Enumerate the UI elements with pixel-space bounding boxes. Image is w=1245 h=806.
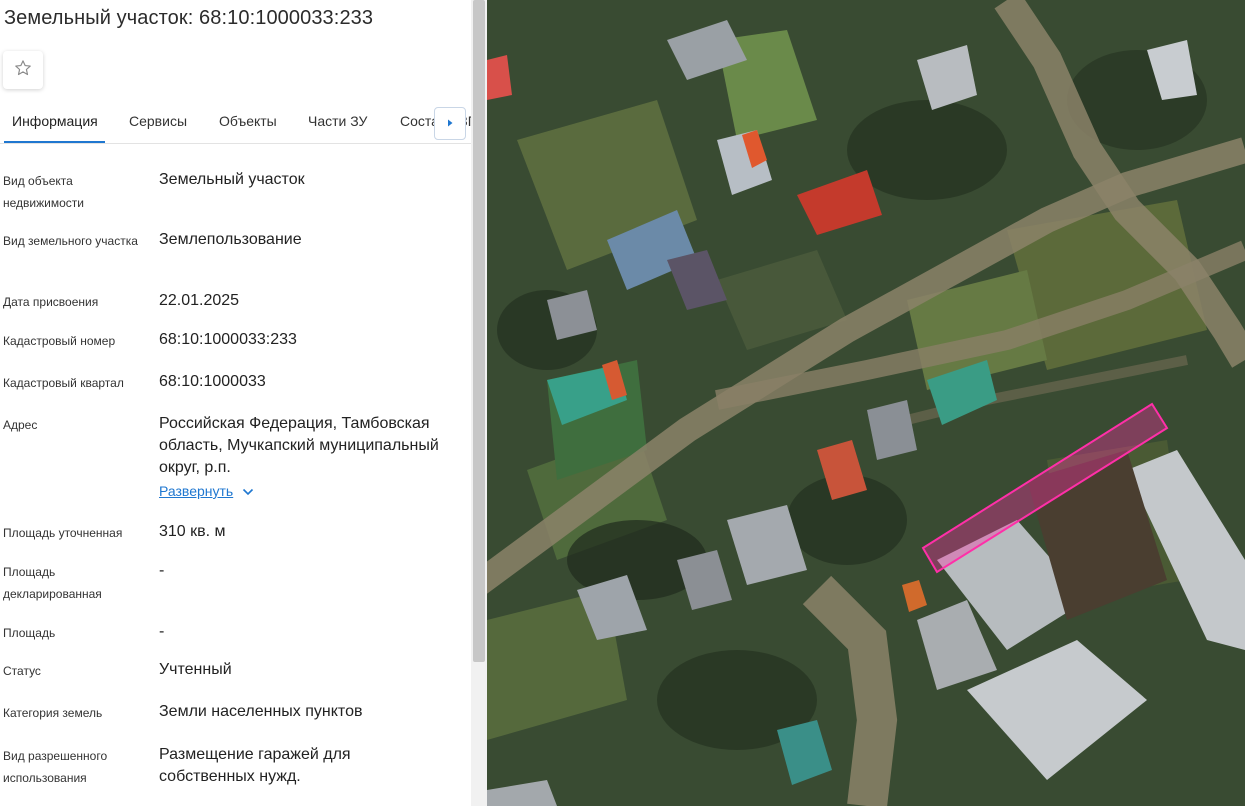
star-outline-icon — [13, 58, 33, 83]
field-value-cadastral-quarter: 68:10:1000033 — [159, 373, 266, 390]
field-value-area-refined: 310 кв. м — [159, 523, 226, 540]
field-label-area-refined: Площадь уточненная — [3, 526, 123, 540]
field-value-permitted-use: Размещение гаражей для собственных нужд. — [159, 746, 351, 785]
field-value-area: - — [159, 623, 165, 640]
field-label-cadastral-number: Кадастровый номер — [3, 334, 116, 348]
field-label-land-category: Категория земель — [3, 706, 103, 720]
field-label-object-type: Вид объекта недвижимости — [3, 174, 84, 210]
address-expand-link[interactable]: Развернуть — [159, 483, 254, 499]
field-label-parcel-type: Вид земельного участка — [3, 234, 138, 248]
field-label-area: Площадь — [3, 626, 56, 640]
page-title: Земельный участок: 68:10:1000033:233 — [4, 7, 374, 29]
chevron-right-icon — [445, 115, 455, 133]
chevron-down-icon — [242, 483, 254, 499]
panel-scrollbar[interactable] — [471, 0, 487, 806]
field-label-status: Статус — [3, 664, 41, 678]
field-value-land-category: Земли населенных пунктов — [159, 703, 363, 720]
field-value-assign-date: 22.01.2025 — [159, 292, 240, 309]
field-value-area-declared: - — [159, 562, 165, 579]
field-label-address: Адрес — [3, 418, 38, 432]
satellite-map[interactable] — [487, 0, 1245, 806]
tab-parcel-parts[interactable]: Части ЗУ — [308, 113, 367, 129]
field-value-cadastral-number: 68:10:1000033:233 — [159, 331, 297, 348]
tabs-scroll-button[interactable] — [434, 107, 466, 140]
tab-services[interactable]: Сервисы — [129, 113, 187, 129]
field-value-address: Российская Федерация, Тамбовская область… — [159, 415, 439, 476]
favorite-button[interactable] — [3, 51, 43, 89]
tab-information[interactable]: Информация — [12, 113, 98, 129]
active-tab-indicator — [4, 141, 105, 143]
tab-bar: Информация Сервисы Объекты Части ЗУ Сост… — [0, 104, 471, 144]
map-imagery — [487, 0, 1245, 806]
field-value-status: Учтенный — [159, 661, 232, 678]
info-panel: Земельный участок: 68:10:1000033:233 Инф… — [0, 0, 471, 806]
field-label-cadastral-quarter: Кадастровый квартал — [3, 376, 124, 390]
scrollbar-thumb[interactable] — [473, 0, 485, 662]
field-label-assign-date: Дата присвоения — [3, 295, 99, 309]
field-value-parcel-type: Землепользование — [159, 231, 302, 248]
tab-objects[interactable]: Объекты — [219, 113, 277, 129]
expand-link-label: Развернуть — [159, 483, 234, 499]
field-label-area-declared: Площадь декларированная — [3, 565, 102, 601]
field-value-object-type: Земельный участок — [159, 171, 305, 188]
field-label-permitted-use: Вид разрешенного использования — [3, 749, 108, 785]
